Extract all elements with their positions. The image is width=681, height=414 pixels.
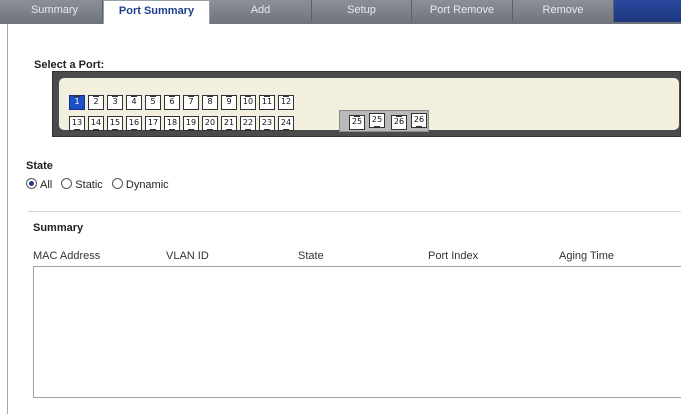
tab-remove[interactable]: Remove xyxy=(513,0,614,22)
tab-bar: Summary Port Summary Add Setup Port Remo… xyxy=(0,0,681,24)
port-12-button[interactable]: 12 xyxy=(278,95,294,110)
state-radio-all-label: All xyxy=(40,179,53,191)
port-24-button[interactable]: 24 xyxy=(278,116,294,131)
port-23-button[interactable]: 23 xyxy=(259,116,275,131)
tab-add[interactable]: Add xyxy=(210,0,312,22)
port-1-button[interactable]: 1 xyxy=(69,95,85,110)
port-26-button[interactable]: 26 xyxy=(411,113,427,128)
port-3-button[interactable]: 3 xyxy=(107,95,123,110)
port-7-button[interactable]: 7 xyxy=(183,95,199,110)
state-heading: State xyxy=(26,160,53,172)
port-26-button[interactable]: 26 xyxy=(391,115,407,130)
port-16-button[interactable]: 16 xyxy=(126,116,142,131)
section-divider xyxy=(28,211,681,212)
port-panel: 1 2 3 4 5 6 7 8 9 10 11 12 13 14 15 16 17 18 19 20 21 22 23 24 2… xyxy=(52,71,681,137)
state-radio-static[interactable]: Static xyxy=(61,178,103,191)
port-14-button[interactable]: 14 xyxy=(88,116,104,131)
tab-port-summary[interactable]: Port Summary xyxy=(103,0,210,24)
port-25-button[interactable]: 25 xyxy=(369,113,385,128)
tab-summary[interactable]: Summary xyxy=(7,0,103,22)
radio-unchecked-icon[interactable] xyxy=(61,178,73,189)
tab-port-remove[interactable]: Port Remove xyxy=(412,0,513,22)
port-20-button[interactable]: 20 xyxy=(202,116,218,131)
port-6-button[interactable]: 6 xyxy=(164,95,180,110)
state-radio-dynamic[interactable]: Dynamic xyxy=(111,178,169,191)
select-port-heading: Select a Port: xyxy=(34,59,105,71)
port-25-button[interactable]: 25 xyxy=(349,115,365,130)
summary-table xyxy=(33,266,681,398)
port-11-button[interactable]: 11 xyxy=(259,95,275,110)
column-header-aging-time: Aging Time xyxy=(559,250,615,262)
radio-unchecked-icon[interactable] xyxy=(111,178,123,189)
column-header-vlan-id: VLAN ID xyxy=(166,250,209,262)
radio-checked-icon[interactable] xyxy=(26,178,37,189)
port-panel-faceplate: 1 2 3 4 5 6 7 8 9 10 11 12 13 14 15 16 17 18 19 20 21 22 23 24 2… xyxy=(59,78,679,132)
port-22-button[interactable]: 22 xyxy=(240,116,256,131)
summary-heading: Summary xyxy=(33,222,84,234)
port-2-button[interactable]: 2 xyxy=(88,95,104,110)
port-5-button[interactable]: 5 xyxy=(145,95,161,110)
port-4-button[interactable]: 4 xyxy=(126,95,142,110)
port-18-button[interactable]: 18 xyxy=(164,116,180,131)
state-radio-static-label: Static xyxy=(75,179,103,191)
port-19-button[interactable]: 19 xyxy=(183,116,199,131)
port-9-button[interactable]: 9 xyxy=(221,95,237,110)
port-10-button[interactable]: 10 xyxy=(240,95,256,110)
port-17-button[interactable]: 17 xyxy=(145,116,161,131)
tab-setup[interactable]: Setup xyxy=(312,0,412,22)
column-header-port-index: Port Index xyxy=(428,250,479,262)
column-header-state: State xyxy=(298,250,324,262)
port-21-button[interactable]: 21 xyxy=(221,116,237,131)
state-radio-all[interactable]: All xyxy=(26,178,52,191)
port-8-button[interactable]: 8 xyxy=(202,95,218,110)
state-radio-group: All Static Dynamic xyxy=(26,178,175,192)
tab-bar-accent xyxy=(614,0,681,22)
state-radio-dynamic-label: Dynamic xyxy=(125,179,169,191)
port-13-button[interactable]: 13 xyxy=(69,116,85,131)
port-15-button[interactable]: 15 xyxy=(107,116,123,131)
column-header-mac-address: MAC Address xyxy=(33,250,101,262)
